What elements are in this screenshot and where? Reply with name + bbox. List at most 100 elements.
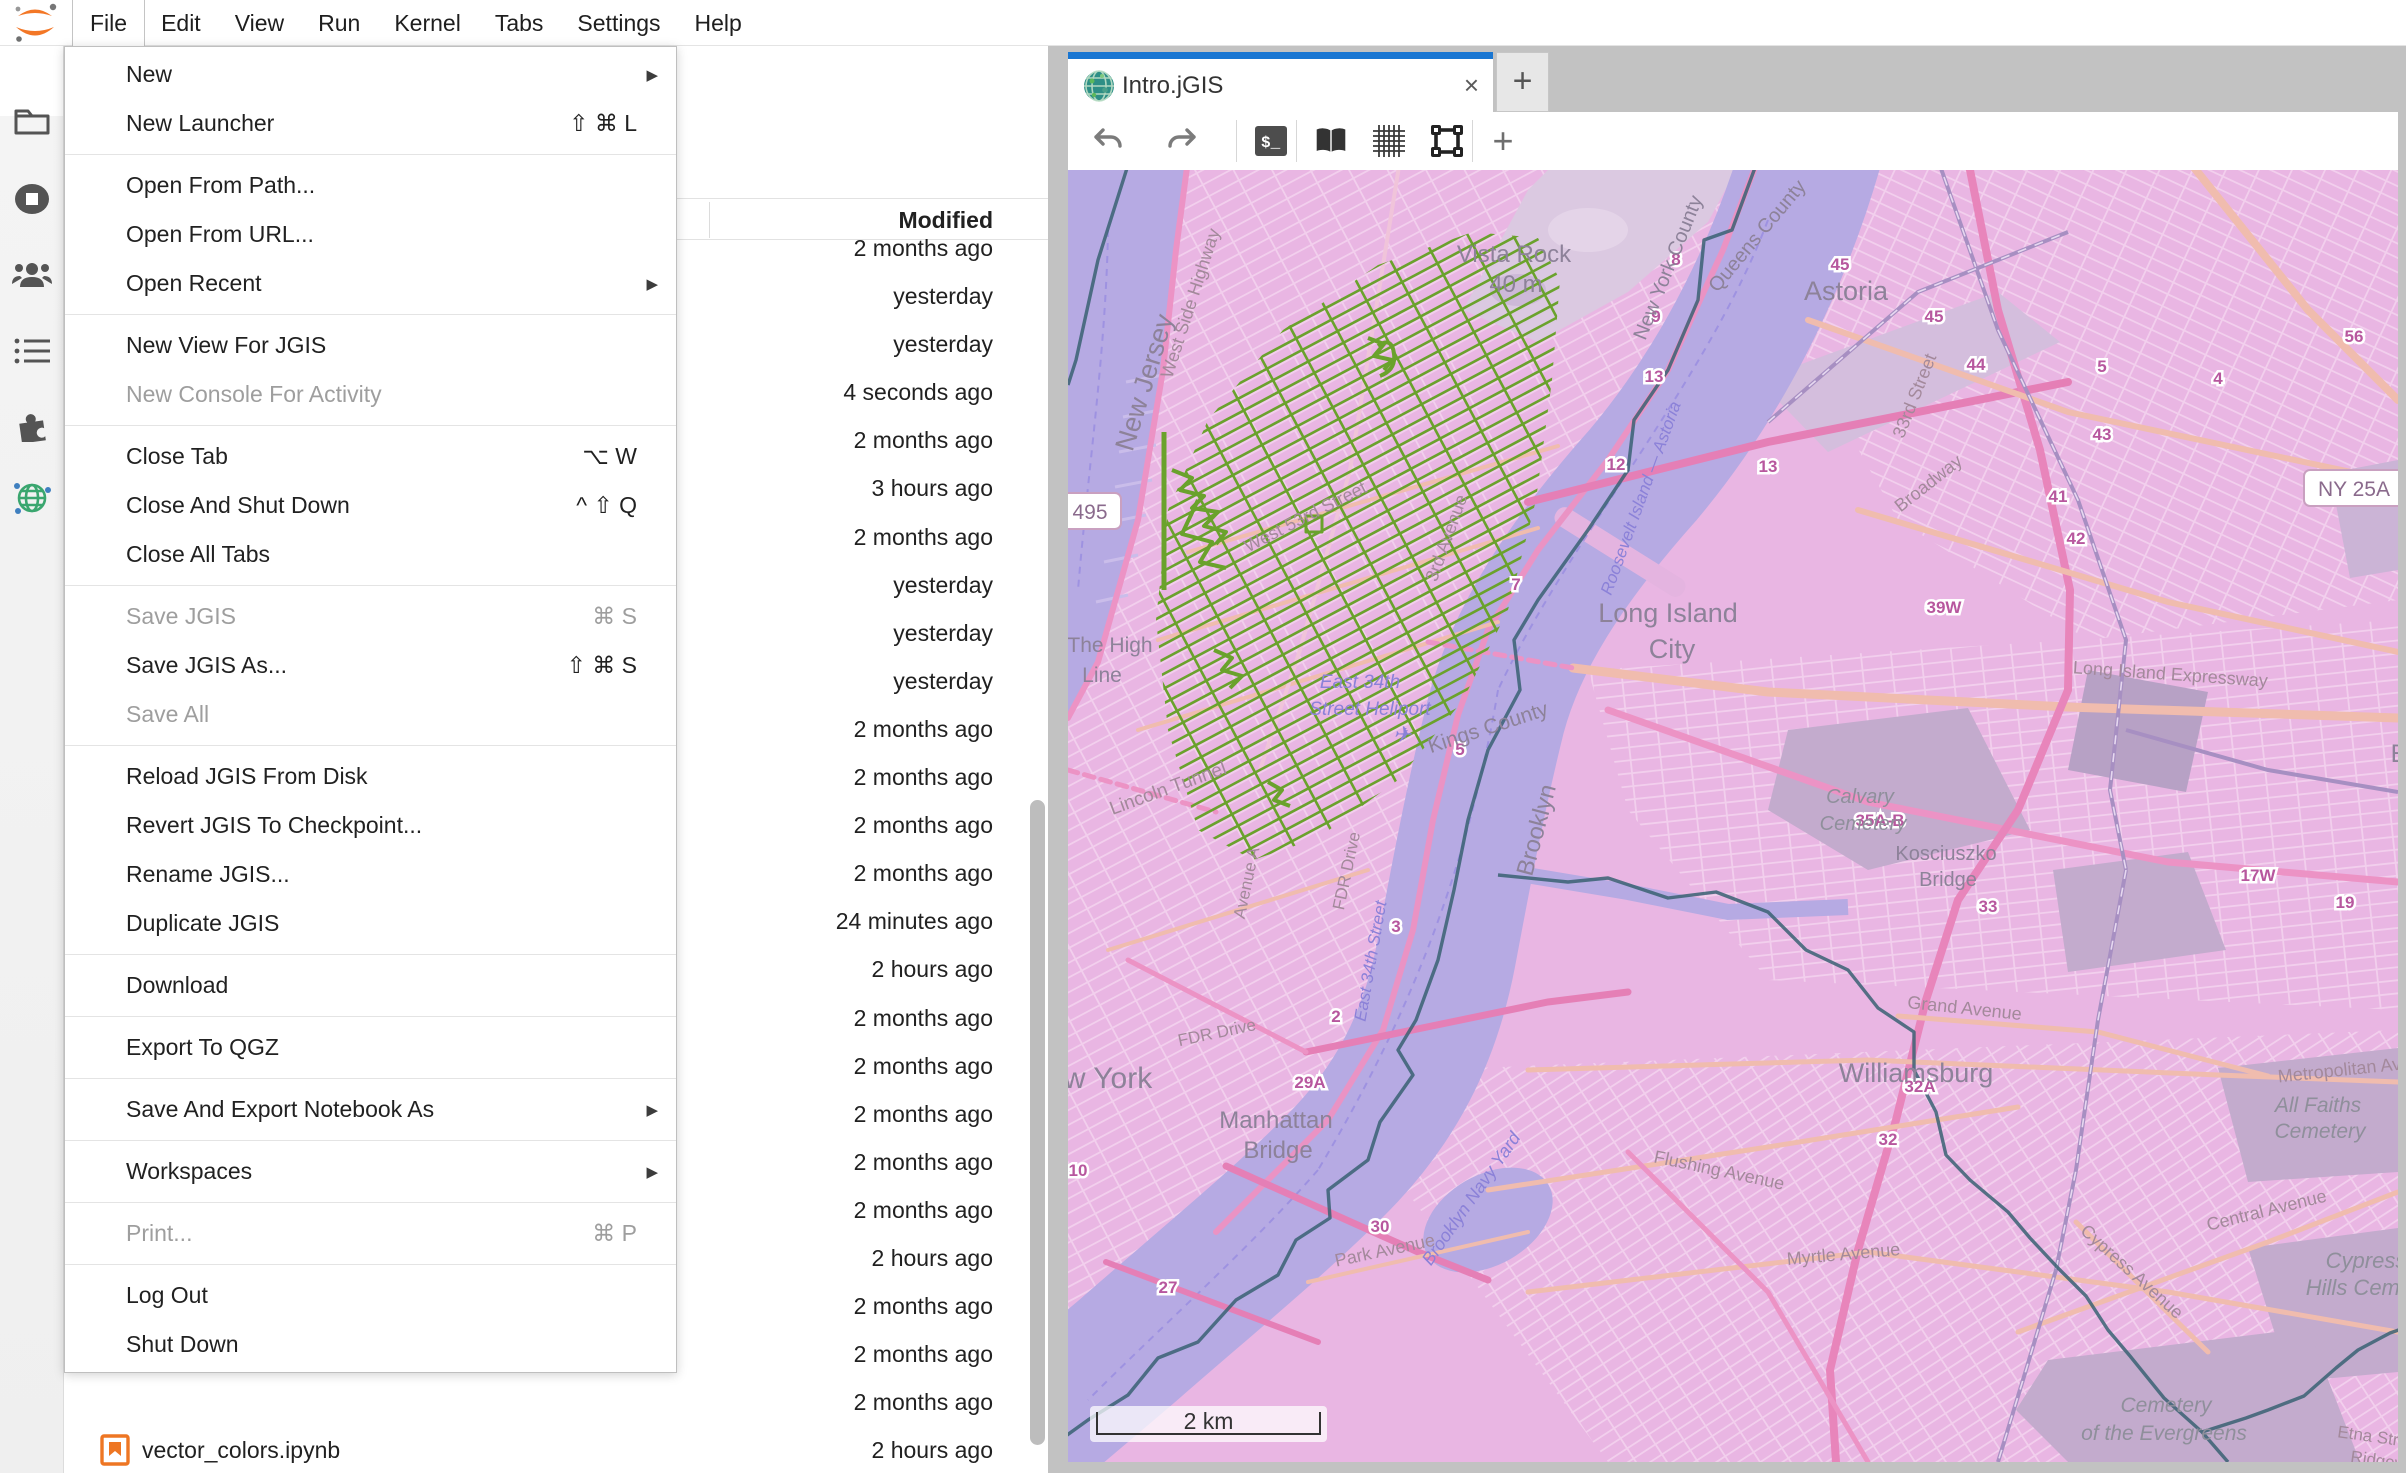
route-shield: 41 <box>2049 487 2068 506</box>
extension-puzzle-icon[interactable] <box>14 408 50 442</box>
menu-item-label: Shut Down <box>126 1320 239 1369</box>
menubar-item-kernel[interactable]: Kernel <box>377 0 477 46</box>
route-shield: 44 <box>1967 355 1986 374</box>
menu-item-save-jgis: Save JGIS⌘ S <box>65 592 676 641</box>
grid-icon[interactable] <box>1366 112 1412 170</box>
redo-icon[interactable] <box>1158 112 1204 170</box>
scale-bar-label: 2 km <box>1090 1408 1327 1435</box>
menubar: FileEditViewRunKernelTabsSettingsHelp <box>0 0 2406 46</box>
route-shield: 13 <box>1759 457 1778 476</box>
menu-item-label: Print... <box>126 1209 192 1258</box>
route-shield: 45 <box>1925 307 1944 326</box>
menu-item-label: Close All Tabs <box>126 530 270 579</box>
table-of-contents-icon[interactable] <box>14 336 50 366</box>
menu-divider <box>65 585 676 586</box>
route-shield: 30 <box>1371 1217 1390 1236</box>
tab-intro-jgis[interactable]: Intro.jGIS × <box>1068 52 1493 112</box>
menu-item-label: Rename JGIS... <box>126 850 290 899</box>
jgis-file-icon <box>1082 69 1116 103</box>
route-shield: 4 <box>2213 369 2223 388</box>
menubar-item-run[interactable]: Run <box>301 0 377 46</box>
submenu-arrow-icon: ▶ <box>646 51 658 100</box>
menu-item-workspaces[interactable]: Workspaces▶ <box>65 1147 676 1196</box>
submenu-arrow-icon: ▶ <box>646 260 658 309</box>
menu-item-shortcut: ⌥ W <box>582 432 637 481</box>
menubar-item-view[interactable]: View <box>218 0 301 46</box>
menu-item-label: Save And Export Notebook As <box>126 1085 434 1134</box>
extent-icon[interactable] <box>1424 112 1470 170</box>
undo-icon[interactable] <box>1086 112 1132 170</box>
map-label: Cypress <box>2326 1248 2398 1273</box>
toolbar-separator <box>1236 120 1237 162</box>
menu-item-save-all: Save All <box>65 690 676 739</box>
map-canvas[interactable]: 495NY 25A4545445443414256131312897532333… <box>1068 170 2398 1462</box>
menu-item-duplicate-jgis[interactable]: Duplicate JGIS <box>65 899 676 948</box>
menubar-item-help[interactable]: Help <box>678 0 759 46</box>
map-label: ✈ <box>1393 722 1413 747</box>
toolbar-separator <box>1296 120 1297 162</box>
route-shield: 17W <box>2241 866 2277 885</box>
route-shield: 27 <box>1159 1278 1178 1297</box>
route-shield: 7 <box>1511 575 1520 594</box>
menu-item-open-from-path[interactable]: Open From Path... <box>65 161 676 210</box>
map-label: of the Evergreens <box>2081 1422 2247 1445</box>
route-shield: 45 <box>1831 255 1850 274</box>
menu-item-export-to-qgz[interactable]: Export To QGZ <box>65 1023 676 1072</box>
file-browser-scrollbar[interactable] <box>1030 800 1045 1445</box>
menu-divider <box>65 745 676 746</box>
tab-close-icon[interactable]: × <box>1464 59 1479 112</box>
map-panel: Intro.jGIS × + $_ <box>1048 46 2406 1473</box>
menu-item-close-tab[interactable]: Close Tab⌥ W <box>65 432 676 481</box>
menu-item-label: Export To QGZ <box>126 1023 279 1072</box>
route-shield: 33 <box>1979 897 1998 916</box>
route-shield: 19 <box>2336 893 2355 912</box>
file-row-vector-colors[interactable]: vector_colors.ipynb <box>64 1426 1048 1474</box>
menu-item-new-launcher[interactable]: New Launcher⇧ ⌘ L <box>65 99 676 148</box>
terminal-icon[interactable]: $_ <box>1248 112 1294 170</box>
menu-item-label: Close And Shut Down <box>126 481 350 530</box>
menu-item-shut-down[interactable]: Shut Down <box>65 1320 676 1369</box>
map-label: Hills Cemet <box>2306 1275 2398 1300</box>
file-menu-dropdown: New▶New Launcher⇧ ⌘ LOpen From Path...Op… <box>64 46 677 1373</box>
file-row-modified[interactable]: 2 months ago <box>64 1378 1048 1426</box>
menu-item-rename-jgis[interactable]: Rename JGIS... <box>65 850 676 899</box>
running-icon[interactable] <box>13 182 51 216</box>
menu-item-log-out[interactable]: Log Out <box>65 1271 676 1320</box>
menu-item-reload-jgis-from-disk[interactable]: Reload JGIS From Disk <box>65 752 676 801</box>
menu-item-label: Workspaces <box>126 1147 252 1196</box>
menu-item-revert-jgis-to-checkpoint[interactable]: Revert JGIS To Checkpoint... <box>65 801 676 850</box>
menu-item-download[interactable]: Download <box>65 961 676 1010</box>
menu-divider <box>65 154 676 155</box>
menubar-item-edit[interactable]: Edit <box>144 0 218 46</box>
menu-item-close-and-shut-down[interactable]: Close And Shut Down ^ ⇧ Q <box>65 481 676 530</box>
active-tab-accent <box>1068 52 1493 59</box>
menu-item-close-all-tabs[interactable]: Close All Tabs <box>65 530 676 579</box>
menubar-item-file[interactable]: File <box>73 0 144 46</box>
notebook-file-icon <box>100 1434 130 1466</box>
map-label: Williamsburg <box>1839 1058 1994 1088</box>
add-layer-icon[interactable]: + <box>1480 112 1526 170</box>
menu-item-open-recent[interactable]: Open Recent▶ <box>65 259 676 308</box>
book-icon[interactable] <box>1308 112 1354 170</box>
menubar-item-settings[interactable]: Settings <box>560 0 677 46</box>
menu-item-shortcut: ^ ⇧ Q <box>576 481 637 530</box>
menu-item-new-view-for-jgis[interactable]: New View For JGIS <box>65 321 676 370</box>
route-shield: 32 <box>1879 1130 1898 1149</box>
menubar-item-tabs[interactable]: Tabs <box>478 0 561 46</box>
folder-icon[interactable] <box>13 105 51 137</box>
menu-item-save-and-export-notebook-as[interactable]: Save And Export Notebook As▶ <box>65 1085 676 1134</box>
users-icon[interactable] <box>12 260 52 290</box>
new-tab-button[interactable]: + <box>1496 52 1549 112</box>
menu-item-save-jgis-as[interactable]: Save JGIS As...⇧ ⌘ S <box>65 641 676 690</box>
menu-item-label: Revert JGIS To Checkpoint... <box>126 801 422 850</box>
menu-item-new[interactable]: New▶ <box>65 50 676 99</box>
route-shield: 495 <box>1072 501 1107 524</box>
menu-item-open-from-url[interactable]: Open From URL... <box>65 210 676 259</box>
route-shield: NY 25A <box>2318 478 2390 501</box>
jgis-globe-icon[interactable] <box>11 478 53 518</box>
jupyter-logo <box>10 2 60 44</box>
map-label: w York <box>1068 1062 1153 1095</box>
route-shield: 2 <box>1331 1007 1340 1026</box>
route-shield: 3 <box>1391 917 1400 936</box>
menu-item-label: Save All <box>126 690 209 739</box>
